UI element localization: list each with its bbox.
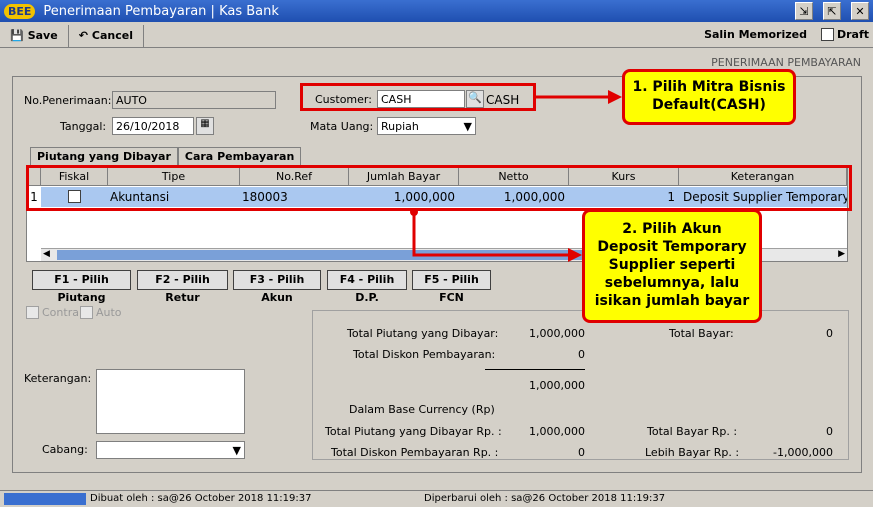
dibuat-status: Dibuat oleh : sa@26 October 2018 11:19:3… bbox=[90, 493, 312, 504]
arrow-2-dot bbox=[410, 208, 418, 216]
arrow-2-head bbox=[568, 248, 582, 262]
status-indicator bbox=[4, 493, 86, 505]
callout-1: 1. Pilih Mitra Bisnis Default(CASH) bbox=[622, 69, 796, 125]
arrow-1-head bbox=[608, 90, 622, 104]
diperbarui-status: Diperbarui oleh : sa@26 October 2018 11:… bbox=[424, 493, 666, 504]
status-bar: Dibuat oleh : sa@26 October 2018 11:19:3… bbox=[0, 490, 873, 507]
callout-2: 2. Pilih Akun Deposit Temporary Supplier… bbox=[582, 209, 762, 323]
arrow-2-line bbox=[412, 211, 572, 257]
